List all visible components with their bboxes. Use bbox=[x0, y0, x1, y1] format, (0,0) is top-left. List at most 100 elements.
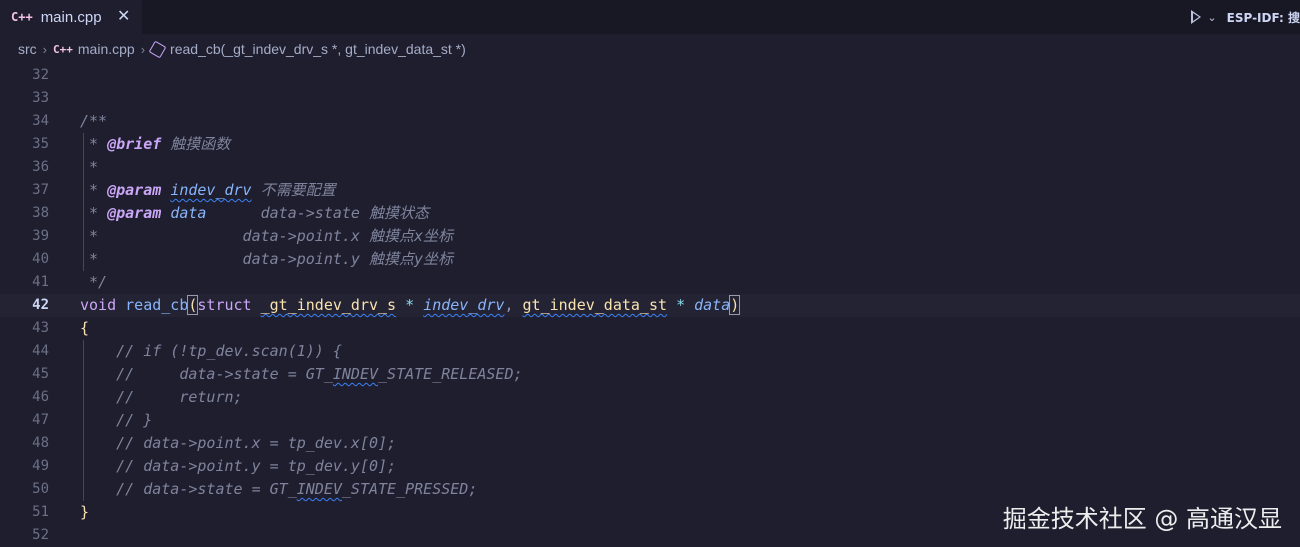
code-token: @brief bbox=[107, 135, 162, 153]
code-token: @param bbox=[107, 181, 162, 199]
chevron-down-icon[interactable]: ⌄ bbox=[1207, 11, 1216, 24]
code-token: 不需要配置 bbox=[251, 181, 336, 199]
line-number: 50 bbox=[32, 481, 49, 497]
code-token: * bbox=[80, 181, 108, 199]
code-token: * bbox=[676, 296, 686, 314]
esp-idf-button[interactable]: ESP-IDF: 搜 bbox=[1227, 9, 1300, 26]
code-line[interactable]: 32 bbox=[0, 64, 1300, 87]
line-number: 32 bbox=[32, 67, 49, 83]
breadcrumb-symbol[interactable]: read_cb(_gt_indev_drv_s *, gt_indev_data… bbox=[170, 41, 466, 57]
code-token: data bbox=[170, 204, 207, 222]
code-token: data->state 触摸状态 bbox=[206, 204, 429, 222]
code-line[interactable]: 50 // data->state = GT_INDEV_STATE_PRESS… bbox=[0, 478, 1300, 501]
code-token: */ bbox=[80, 273, 108, 291]
code-line[interactable]: 38 * @param data data->state 触摸状态 bbox=[0, 202, 1300, 225]
code-token: @param bbox=[107, 204, 162, 222]
code-token: // data->point.x = tp_dev.x[0]; bbox=[80, 434, 397, 452]
code-text: */ bbox=[80, 271, 107, 294]
line-number: 49 bbox=[32, 458, 49, 474]
code-line[interactable]: 33 bbox=[0, 87, 1300, 110]
code-text: // return; bbox=[80, 386, 243, 409]
code-text: /** bbox=[80, 110, 107, 133]
code-line[interactable]: 47 // } bbox=[0, 409, 1300, 432]
code-line[interactable]: 37 * @param indev_drv 不需要配置 bbox=[0, 179, 1300, 202]
indent-guide bbox=[83, 133, 84, 271]
code-text: * data->point.y 触摸点y坐标 bbox=[80, 248, 453, 271]
code-text: * @param data data->state 触摸状态 bbox=[80, 202, 429, 225]
code-line[interactable]: 35 * @brief 触摸函数 bbox=[0, 133, 1300, 156]
line-number: 42 bbox=[32, 297, 49, 313]
line-number: 44 bbox=[32, 343, 49, 359]
code-line[interactable]: 36 * bbox=[0, 156, 1300, 179]
code-token: struct bbox=[197, 296, 252, 314]
code-line[interactable]: 43 { bbox=[0, 317, 1300, 340]
code-token: * data->point.x 触摸点x坐标 bbox=[80, 227, 454, 245]
code-token: // return; bbox=[80, 388, 243, 406]
close-icon[interactable]: ✕ bbox=[117, 6, 130, 26]
line-number: 47 bbox=[32, 412, 49, 428]
code-line[interactable]: 46 // return; bbox=[0, 386, 1300, 409]
code-line[interactable]: 39 * data->point.x 触摸点x坐标 bbox=[0, 225, 1300, 248]
code-token: _STATE_PRESSED; bbox=[341, 480, 478, 498]
code-token: void bbox=[80, 296, 117, 314]
code-token: read_cb bbox=[125, 296, 189, 314]
line-number: 43 bbox=[32, 320, 49, 336]
line-number: 40 bbox=[32, 251, 49, 267]
tab-main-cpp[interactable]: C++ main.cpp ✕ bbox=[0, 0, 142, 34]
code-text: { bbox=[80, 317, 89, 340]
code-token: INDEV bbox=[332, 365, 379, 383]
code-token: // data->state = GT_ bbox=[80, 480, 297, 498]
breadcrumb: src › C++ main.cpp › read_cb(_gt_indev_d… bbox=[0, 36, 1300, 62]
code-text: } bbox=[80, 501, 89, 524]
code-token: * bbox=[80, 204, 108, 222]
watermark: 掘金技术社区 @ 高通汉显 bbox=[1002, 505, 1282, 533]
code-line[interactable]: 34 /** bbox=[0, 110, 1300, 133]
indent-guide bbox=[83, 340, 84, 501]
code-token: data bbox=[694, 296, 731, 314]
code-editor[interactable]: 32 33 34/** 35 * @brief 触摸函数 36 * 37 * @param… bbox=[0, 64, 1300, 546]
line-number: 48 bbox=[32, 435, 49, 451]
line-number: 52 bbox=[32, 527, 49, 543]
code-line[interactable]: 49 // data->point.y = tp_dev.y[0]; bbox=[0, 455, 1300, 478]
editor-actions: ⌄ ESP-IDF: 搜 bbox=[1191, 0, 1300, 34]
chevron-right-icon: › bbox=[140, 41, 146, 57]
run-icon[interactable] bbox=[1191, 10, 1202, 24]
line-number: 46 bbox=[32, 389, 49, 405]
breadcrumb-file[interactable]: main.cpp bbox=[78, 41, 135, 57]
code-token: gt_indev_data_st bbox=[522, 296, 668, 314]
line-number: 38 bbox=[32, 205, 49, 221]
line-number: 41 bbox=[32, 274, 49, 290]
code-text: * @brief 触摸函数 bbox=[80, 133, 230, 156]
chevron-right-icon: › bbox=[42, 41, 48, 57]
code-token: // data->point.y = tp_dev.y[0]; bbox=[80, 457, 397, 475]
line-number: 35 bbox=[32, 136, 49, 152]
code-token: ) bbox=[729, 295, 741, 315]
tab-label: main.cpp bbox=[40, 8, 102, 26]
code-token: INDEV bbox=[296, 480, 342, 498]
code-token: // data->state = GT_ bbox=[80, 365, 333, 383]
code-token: * bbox=[80, 135, 108, 153]
code-token: indev_drv bbox=[170, 181, 252, 199]
code-text: // data->point.y = tp_dev.y[0]; bbox=[80, 455, 396, 478]
code-token: _STATE_RELEASED; bbox=[378, 365, 523, 383]
code-line[interactable]: 45 // data->state = GT_INDEV_STATE_RELEA… bbox=[0, 363, 1300, 386]
code-line[interactable]: 41 */ bbox=[0, 271, 1300, 294]
code-token: indev_drv bbox=[423, 296, 505, 314]
code-token: * bbox=[405, 296, 415, 314]
code-text: // data->point.x = tp_dev.x[0]; bbox=[80, 432, 396, 455]
code-line[interactable]: 40 * data->point.y 触摸点y坐标 bbox=[0, 248, 1300, 271]
breadcrumb-folder[interactable]: src bbox=[18, 41, 37, 57]
code-text: // data->state = GT_INDEV_STATE_RELEASED… bbox=[80, 363, 523, 386]
code-line[interactable]: 44 // if (!tp_dev.scan(1)) { bbox=[0, 340, 1300, 363]
code-text: * data->point.x 触摸点x坐标 bbox=[80, 225, 453, 248]
code-token: { bbox=[80, 319, 90, 337]
code-line[interactable]: 48 // data->point.x = tp_dev.x[0]; bbox=[0, 432, 1300, 455]
code-line[interactable]: 42 void read_cb(struct _gt_indev_drv_s * … bbox=[0, 294, 1300, 317]
code-token: /** bbox=[80, 112, 108, 130]
